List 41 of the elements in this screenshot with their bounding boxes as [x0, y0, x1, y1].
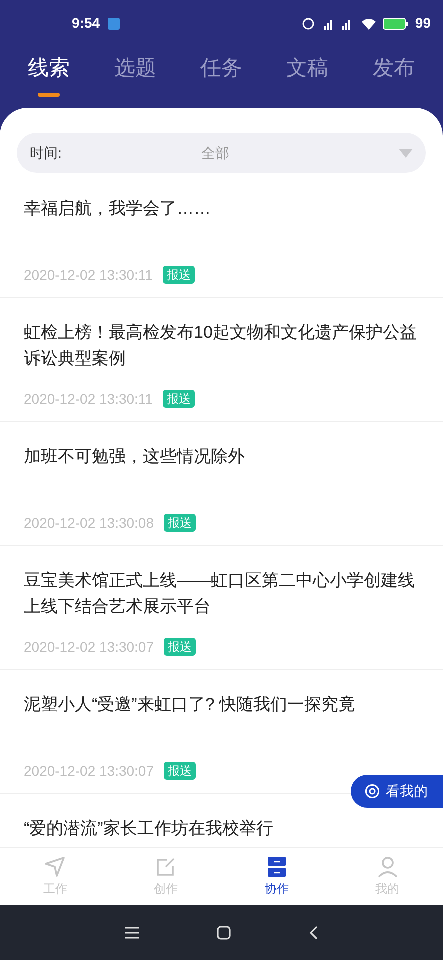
nav-item[interactable]: 协作 — [222, 848, 332, 905]
article-title[interactable]: 泥塑小人“受邀”来虹口了? 快随我们一探究竟 — [24, 692, 419, 744]
battery-icon — [383, 18, 410, 30]
filter-value: 全部 — [201, 144, 230, 162]
tab[interactable]: 选题 — [114, 47, 156, 105]
article-time: 2020-12-02 13:30:11 — [24, 390, 153, 408]
article-time: 2020-12-02 13:30:07 — [24, 638, 154, 656]
home-icon[interactable] — [216, 926, 230, 940]
article-title[interactable]: 加班不可勉强，这些情况除外 — [24, 444, 419, 496]
status-tag: 报送 — [164, 514, 196, 532]
menu-icon[interactable] — [124, 926, 138, 938]
status-time: 9:54 — [72, 14, 100, 33]
drawer-icon — [266, 856, 288, 878]
tab[interactable]: 线索 — [28, 47, 70, 105]
article-time: 2020-12-02 13:30:11 — [24, 266, 153, 284]
filter-label: 时间: — [30, 144, 62, 162]
tab[interactable]: 任务 — [200, 47, 242, 105]
eye-icon — [365, 784, 380, 799]
status-tag: 报送 — [162, 266, 195, 284]
tab-indicator — [38, 93, 60, 97]
wifi-icon — [361, 18, 378, 30]
tab[interactable]: 发布 — [372, 47, 415, 105]
back-icon[interactable] — [308, 926, 318, 940]
battery-percent: 99 — [415, 14, 431, 33]
status-tag: 报送 — [162, 390, 195, 408]
article-title[interactable]: 幸福启航，我学会了…… — [24, 196, 419, 248]
view-mine-button[interactable]: 看我的 — [351, 775, 443, 808]
dropdown-caret-icon — [399, 148, 413, 158]
time-filter-dropdown[interactable]: 时间: 全部 — [17, 133, 426, 173]
send-icon — [44, 856, 66, 878]
article-title[interactable]: “爱的潜流”家长工作坊在我校举行 — [24, 816, 419, 847]
person-icon — [376, 856, 399, 878]
edit-icon — [155, 856, 178, 878]
article-time: 2020-12-02 13:30:07 — [24, 762, 154, 780]
alarm-icon — [302, 17, 316, 30]
article-title[interactable]: 豆宝美术馆正式上线——虹口区第二中心小学创建线上线下结合艺术展示平台 — [24, 568, 419, 620]
status-tag: 报送 — [164, 762, 196, 780]
tab[interactable]: 文稿 — [286, 47, 329, 105]
status-tag: 报送 — [164, 638, 196, 656]
article-time: 2020-12-02 13:30:08 — [24, 514, 154, 532]
article-title[interactable]: 虹检上榜！最高检发布10起文物和文化遗产保护公益诉讼典型案例 — [24, 320, 419, 372]
